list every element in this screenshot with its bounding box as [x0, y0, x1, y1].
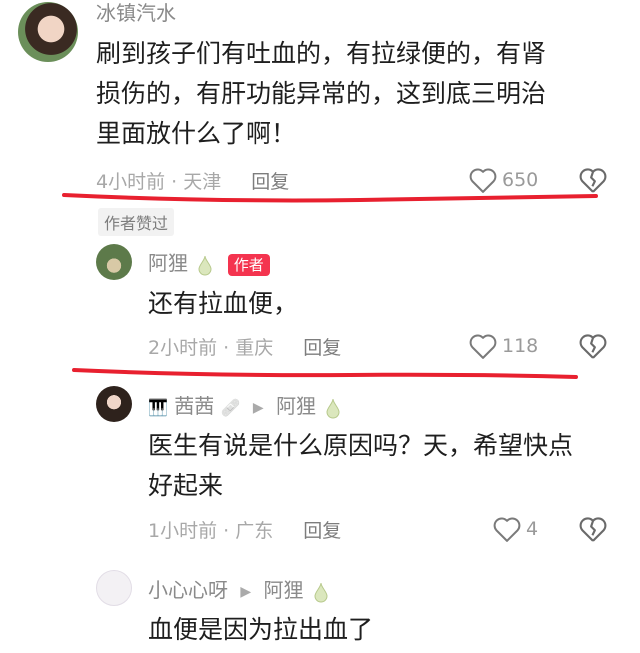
reply-arrow-icon: ▶ [240, 583, 252, 600]
like-button[interactable]: 4 [492, 515, 538, 543]
comment-username[interactable]: 阿狸 作者 [148, 251, 270, 276]
avatar[interactable] [96, 244, 132, 280]
comment-username[interactable]: 小心心呀 ▶ 阿狸 [148, 578, 329, 604]
author-liked-tag: 作者赞过 [98, 208, 175, 236]
heart-outline-icon [493, 517, 521, 542]
comment-text-line: 医生有说是什么原因吗？天，希望快点 [148, 431, 574, 460]
comment-text-line: 好起来 [148, 471, 224, 500]
broken-heart-icon[interactable] [578, 515, 608, 543]
username-text: 小心心呀 [148, 578, 228, 602]
avatar[interactable] [96, 570, 132, 606]
like-button[interactable]: 118 [468, 332, 538, 360]
avatar[interactable] [96, 386, 132, 422]
avatar[interactable] [18, 2, 78, 62]
username-text: 茜茜 [174, 394, 215, 418]
like-count: 118 [502, 335, 539, 357]
comment-time: 2小时前 [148, 337, 218, 359]
comment-text: 血便是因为拉出血了 [148, 615, 374, 644]
comment-text: 医生有说是什么原因吗？天，希望快点 好起来 [148, 426, 628, 506]
comment-text-line: 里面放什么了啊！ [96, 119, 297, 148]
reply-button[interactable]: 回复 [303, 520, 341, 542]
drop-pendant-icon [198, 255, 212, 275]
author-badge: 作者 [227, 253, 270, 276]
comment-text-line: 刷到孩子们有吐血的，有拉绿便的，有肾 [96, 39, 547, 68]
reply-button[interactable]: 回复 [303, 337, 341, 359]
reply-to-username[interactable]: 阿狸 [276, 394, 316, 418]
annotation-underline [72, 368, 578, 379]
username-text: 阿狸 [148, 251, 188, 275]
heart-outline-icon [469, 334, 497, 359]
reply-arrow-icon: ▶ [252, 399, 264, 416]
comment-meta: 1小时前 · 广东 回复 [148, 520, 342, 542]
drop-pendant-icon [314, 582, 328, 602]
piano-icon: 🎹 [148, 398, 168, 417]
annotation-underline [62, 193, 598, 203]
drop-pendant-icon [326, 398, 340, 418]
comment-username[interactable]: 冰镇汽水 [96, 1, 176, 25]
comment-location: 广东 [235, 520, 274, 542]
comment-time: 1小时前 [148, 520, 218, 542]
comment-location: 重庆 [235, 337, 274, 359]
bandage-icon: 🩹 [220, 398, 241, 417]
broken-heart-icon[interactable] [578, 332, 608, 360]
like-count: 4 [526, 518, 539, 540]
comment-text: 刷到孩子们有吐血的，有拉绿便的，有肾 损伤的，有肝功能异常的，这到底三明治 里面… [96, 34, 616, 154]
comment-username[interactable]: 🎹 茜茜 🩹 ▶ 阿狸 [148, 394, 341, 420]
comment-text: 还有拉血便， [148, 289, 299, 318]
comment-meta: 2小时前 · 重庆 回复 [148, 337, 342, 359]
reply-to-username[interactable]: 阿狸 [264, 578, 304, 602]
comment-text-line: 损伤的，有肝功能异常的，这到底三明治 [96, 79, 547, 108]
